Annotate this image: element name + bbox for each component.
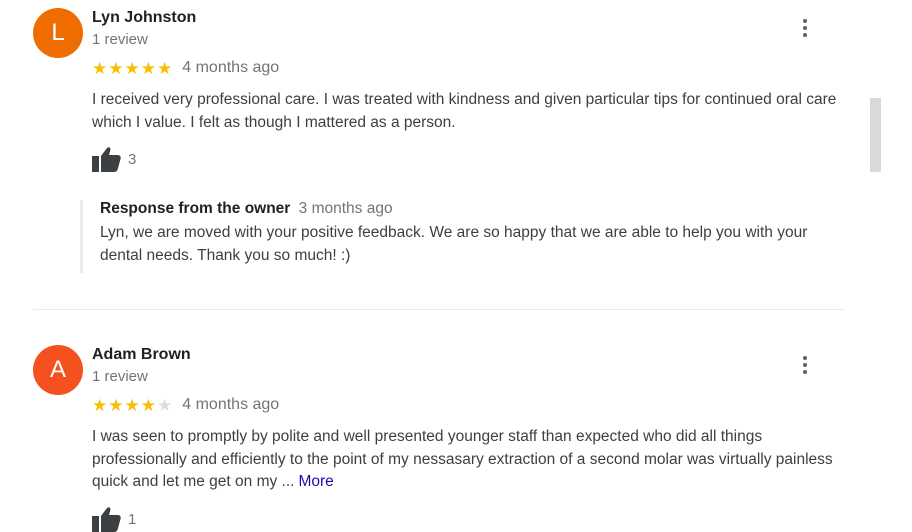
owner-response: Response from the owner 3 months ago Lyn… — [80, 200, 853, 273]
reviewer-name[interactable]: Adam Brown — [92, 346, 191, 364]
star-icon: ★ — [124, 395, 140, 415]
response-header: Response from the owner 3 months ago — [100, 200, 393, 218]
star-icon: ★ — [140, 58, 156, 78]
like-count: 1 — [128, 510, 137, 528]
avatar-initial: A — [49, 356, 66, 383]
review-text: I received very professional care. I was… — [92, 91, 837, 131]
star-icon: ★ — [157, 395, 173, 415]
more-link[interactable]: More — [298, 473, 333, 490]
reviewer-name[interactable]: Lyn Johnston — [92, 9, 196, 27]
like-button[interactable]: 3 — [92, 146, 136, 172]
response-title: Response from the owner — [100, 200, 291, 217]
star-icon: ★ — [157, 58, 173, 78]
star-rating: ★ ★ ★ ★ ★ — [92, 397, 172, 414]
review-date: 4 months ago — [182, 59, 280, 76]
review-text-body: I was seen to promptly by polite and wel… — [92, 428, 833, 490]
like-count: 3 — [128, 150, 137, 168]
avatar[interactable]: A — [33, 345, 83, 395]
star-icon: ★ — [108, 395, 124, 415]
avatar-initial: L — [51, 19, 65, 46]
like-button[interactable]: 1 — [92, 506, 136, 532]
star-icon: ★ — [108, 58, 124, 78]
response-text: Lyn, we are moved with your positive fee… — [100, 224, 808, 264]
more-options-menu-icon[interactable] — [796, 15, 814, 41]
thumb-up-icon — [92, 507, 121, 532]
response-date: 3 months ago — [298, 200, 393, 217]
review-text: I was seen to promptly by polite and wel… — [92, 426, 852, 494]
star-icon: ★ — [140, 395, 156, 415]
more-options-menu-icon[interactable] — [796, 352, 814, 378]
star-icon: ★ — [92, 395, 108, 415]
review-count[interactable]: 1 review — [92, 31, 148, 48]
rating-row: ★ ★ ★ ★ ★ 4 months ago — [92, 396, 279, 414]
star-icon: ★ — [92, 58, 108, 78]
rating-row: ★ ★ ★ ★ ★ 4 months ago — [92, 59, 279, 77]
scrollbar-thumb[interactable] — [870, 98, 881, 172]
star-rating: ★ ★ ★ ★ ★ — [92, 60, 172, 77]
review-count[interactable]: 1 review — [92, 368, 148, 385]
review-date: 4 months ago — [182, 396, 280, 413]
star-icon: ★ — [124, 58, 140, 78]
avatar[interactable]: L — [33, 8, 83, 58]
review-divider — [33, 309, 845, 310]
thumb-up-icon — [92, 147, 121, 172]
